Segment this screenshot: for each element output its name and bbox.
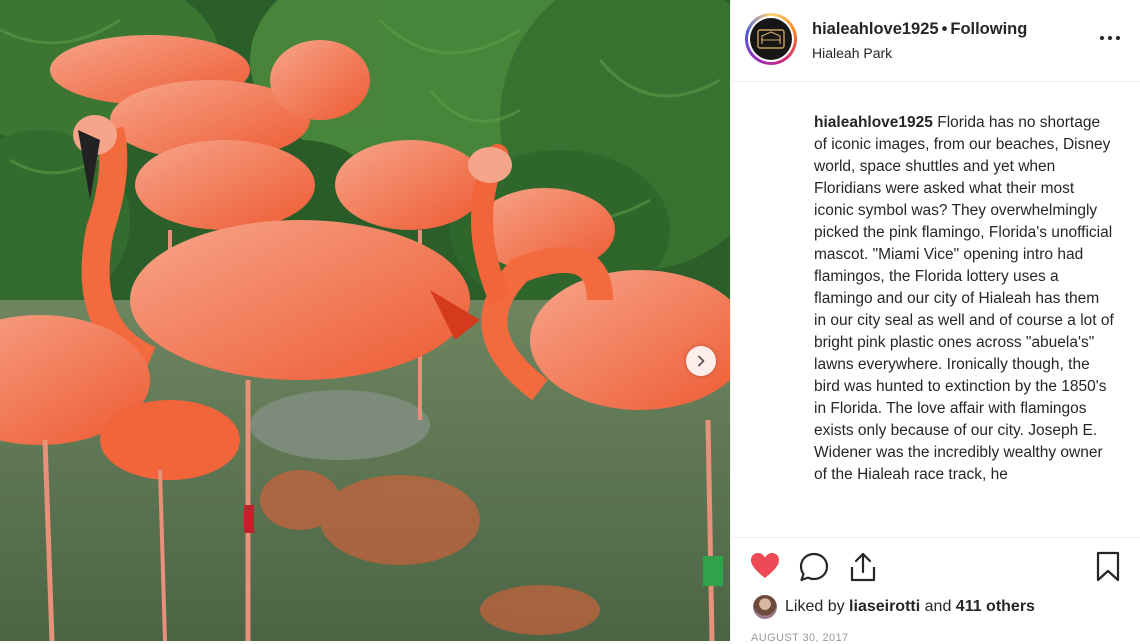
- comments-area[interactable]: hialeahlove1925 Florida has no shortage …: [731, 82, 1140, 537]
- comment-bubble-icon[interactable]: [799, 552, 829, 582]
- more-options-button[interactable]: [1096, 26, 1124, 50]
- post-date[interactable]: AUGUST 30, 2017: [751, 632, 849, 644]
- caption-username[interactable]: hialeahlove1925: [814, 114, 933, 131]
- bookmark-icon[interactable]: [1095, 551, 1121, 583]
- more-dot-icon: [1116, 36, 1120, 40]
- likes-count-link[interactable]: 411 others: [956, 598, 1035, 615]
- liker-username[interactable]: liaseirotti: [849, 598, 920, 615]
- post-header: hialeahlove1925 • Following Hialeah Park: [731, 0, 1140, 82]
- post-username[interactable]: hialeahlove1925: [812, 20, 939, 38]
- header-text: hialeahlove1925 • Following Hialeah Park: [812, 20, 1027, 61]
- liked-by-and: and: [924, 598, 952, 615]
- post-side-panel: hialeahlove1925 • Following Hialeah Park h…: [730, 0, 1140, 644]
- liked-by-row: Liked by liaseirotti and 411 others: [753, 595, 1035, 619]
- more-dot-icon: [1100, 36, 1104, 40]
- hialeah-park-logo-icon: [757, 29, 785, 49]
- avatar[interactable]: [745, 13, 797, 65]
- post-location[interactable]: Hialeah Park: [812, 45, 1027, 61]
- liker-avatar[interactable]: [753, 595, 777, 619]
- flamingos-image: [0, 0, 730, 641]
- follow-separator: •: [941, 20, 948, 38]
- heart-filled-icon[interactable]: [750, 552, 780, 580]
- liked-by-prefix: Liked by: [785, 598, 845, 615]
- more-dot-icon: [1108, 36, 1112, 40]
- next-photo-button[interactable]: [686, 346, 716, 376]
- following-button[interactable]: Following: [950, 20, 1027, 38]
- post-photo[interactable]: [0, 0, 730, 641]
- share-upload-icon[interactable]: [848, 551, 878, 583]
- caption-text: Florida has no shortage of iconic images…: [814, 114, 1114, 483]
- post-actions: Liked by liaseirotti and 411 others AUGU…: [731, 537, 1140, 644]
- post-caption: hialeahlove1925 Florida has no shortage …: [814, 112, 1114, 486]
- liked-by-text: Liked by liaseirotti and 411 others: [785, 598, 1035, 616]
- chevron-right-icon: [698, 355, 705, 367]
